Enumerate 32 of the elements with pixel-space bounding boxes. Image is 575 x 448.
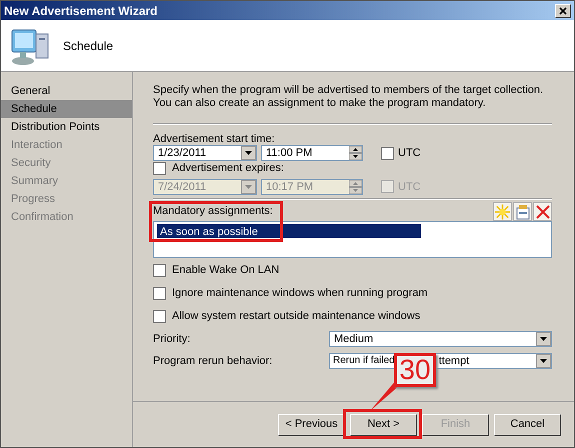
priority-dropdown[interactable]: Medium: [329, 331, 552, 348]
time-field[interactable]: 11:00 PM: [261, 145, 363, 162]
checkbox-label: Advertisement expires:: [172, 161, 284, 176]
field-label: Mandatory assignments:: [153, 204, 273, 218]
checkbox[interactable]: [153, 286, 166, 300]
properties-icon[interactable]: [513, 202, 532, 221]
step-callout: 30: [394, 353, 436, 387]
date-picker[interactable]: 1/23/2011: [153, 145, 257, 162]
window-title: New Advertisement Wizard: [4, 2, 158, 20]
field-label: Priority:: [153, 332, 192, 347]
checkbox[interactable]: [153, 264, 166, 276]
checkbox-label: UTC: [398, 146, 421, 161]
checkbox-label: Ignore maintenance windows when running program: [172, 286, 428, 301]
wizard-button[interactable]: Cancel: [494, 414, 561, 436]
assignment-list[interactable]: As soon as possible: [153, 221, 552, 258]
wizard-button[interactable]: < Previous: [278, 414, 345, 436]
sidebar-item[interactable]: Schedule: [1, 100, 132, 118]
checkbox-label: UTC: [398, 180, 421, 194]
checkbox-label: Allow system restart outside maintenance windows: [172, 308, 420, 324]
list-item[interactable]: As soon as possible: [157, 224, 421, 238]
delete-icon[interactable]: [533, 202, 552, 221]
sidebar-item[interactable]: Distribution Points: [1, 118, 132, 136]
page-heading: Schedule: [63, 38, 114, 54]
description-text: Specify when the program will be advertised to members of the target collection. You can also create an assignment to make the program mandatory.: [153, 84, 544, 110]
wizard-button[interactable]: Next >: [350, 414, 417, 436]
field-label: Advertisement start time:: [153, 132, 276, 144]
spinner-icon[interactable]: [349, 146, 362, 160]
field-label: Program rerun behavior:: [153, 354, 274, 368]
checkbox-label: Enable Wake On LAN: [172, 262, 280, 278]
sidebar-item[interactable]: General: [1, 82, 132, 100]
checkbox[interactable]: [153, 310, 166, 322]
checkbox[interactable]: [381, 146, 394, 160]
